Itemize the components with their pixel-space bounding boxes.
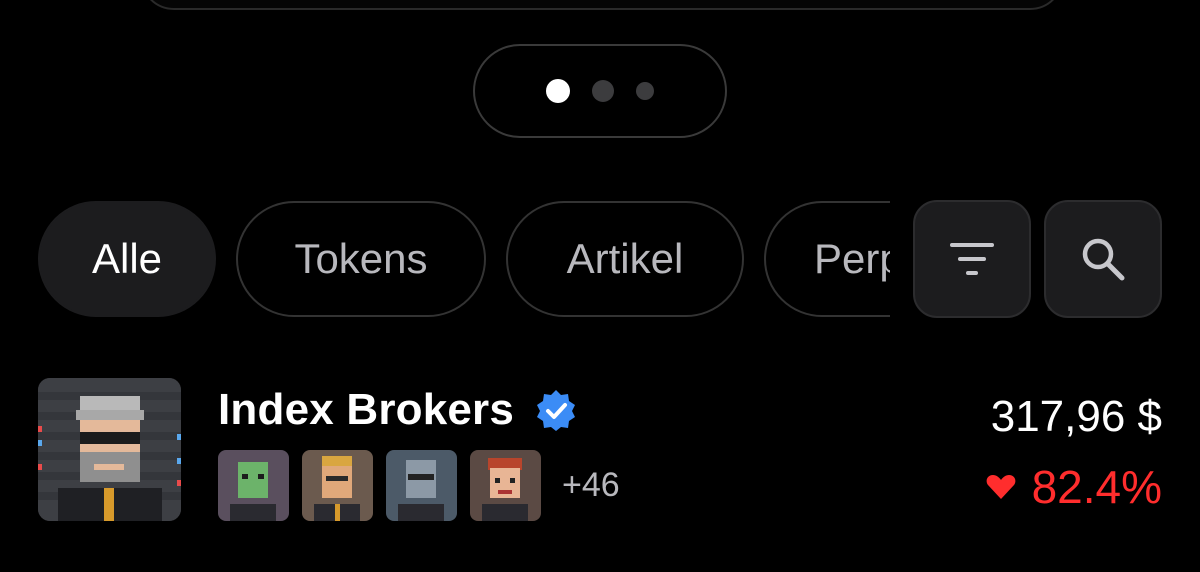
member-count-more: +46 [562,466,620,504]
search-icon [1082,238,1125,281]
page-dot-3[interactable] [636,82,654,100]
avatar [218,450,289,521]
page-indicator[interactable] [473,44,727,138]
chip-label: Perp [814,235,890,282]
avatar [470,450,541,521]
filter-chips: Alle Tokens Artikel Perp [38,201,890,317]
price-value: 317,96 $ [990,392,1162,441]
top-card[interactable] [140,0,1064,10]
avatar [386,450,457,521]
member-avatars: +46 [218,450,620,521]
chip-label: Tokens [294,235,428,282]
filter-lines-icon [950,243,994,275]
screen: Alle Tokens Artikel Perp [0,0,1200,572]
chip-label: Artikel [566,235,684,282]
search-button[interactable] [1044,200,1162,318]
verified-badge-icon [537,390,576,431]
list-item[interactable]: Index Brokers +46 317,96 $ 82.4% [38,378,1162,522]
page-dot-1[interactable] [546,79,570,103]
chip-label: Alle [91,235,163,282]
avatar [38,378,181,521]
avatar [302,450,373,521]
page-dot-2[interactable] [592,80,614,102]
chip-alle[interactable]: Alle [38,201,216,317]
price-change: 82.4% [986,460,1162,514]
heart-down-icon [986,475,1015,499]
chip-artikel[interactable]: Artikel [506,201,744,317]
row-title: Index Brokers [218,385,515,434]
chip-tokens[interactable]: Tokens [236,201,486,317]
filter-button[interactable] [913,200,1031,318]
chip-perp[interactable]: Perp [764,201,890,317]
title-line: Index Brokers [218,382,578,438]
change-percent: 82.4% [1031,461,1162,513]
